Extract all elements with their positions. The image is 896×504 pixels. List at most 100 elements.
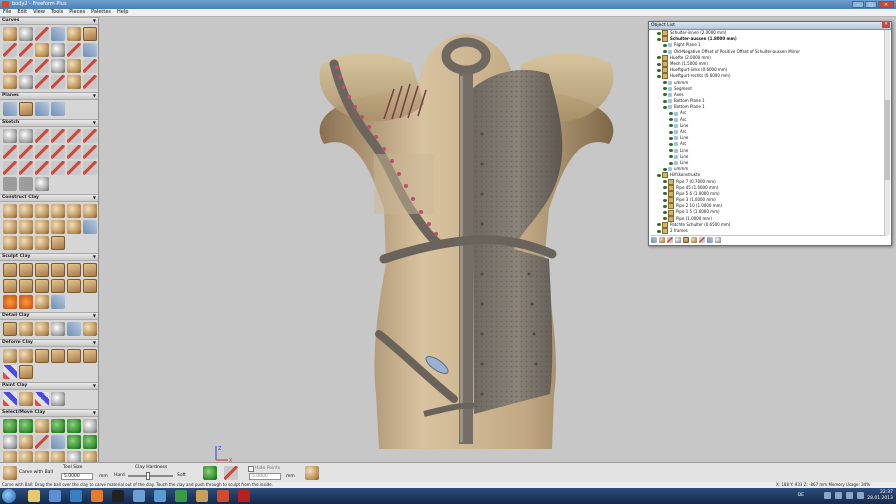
monitor-icon[interactable] bbox=[154, 490, 166, 502]
depth-input[interactable]: 5.0000 bbox=[249, 473, 281, 480]
tool-size-input[interactable]: 5.0000 bbox=[61, 473, 93, 480]
tool-button-icon[interactable] bbox=[67, 263, 81, 277]
visibility-icon[interactable] bbox=[715, 237, 721, 243]
tool-button-icon[interactable] bbox=[19, 220, 33, 234]
menu-tools[interactable]: Tools bbox=[48, 9, 66, 16]
tool-button-icon[interactable] bbox=[83, 75, 97, 89]
visibility-eye-icon[interactable] bbox=[669, 112, 673, 116]
tool-button-icon[interactable] bbox=[35, 392, 49, 406]
tool-button-icon[interactable] bbox=[3, 365, 17, 379]
tool-button-icon[interactable] bbox=[3, 75, 17, 89]
tool-button-icon[interactable] bbox=[19, 451, 33, 462]
menu-pieces[interactable]: Pieces bbox=[66, 9, 88, 16]
maximize-button[interactable]: □ bbox=[865, 1, 877, 8]
desktop-icon[interactable] bbox=[133, 490, 145, 502]
tool-button-icon[interactable] bbox=[3, 129, 17, 143]
visibility-eye-icon[interactable] bbox=[663, 99, 667, 103]
palette-header[interactable]: Detail Clay bbox=[0, 312, 98, 320]
menu-edit[interactable]: Edit bbox=[14, 9, 30, 16]
tool-button-icon[interactable] bbox=[3, 145, 17, 159]
tool-button-icon[interactable] bbox=[19, 27, 33, 41]
tool-button-icon[interactable] bbox=[3, 220, 17, 234]
tool-button-icon[interactable] bbox=[19, 295, 33, 309]
group-icon[interactable] bbox=[683, 237, 689, 243]
tool-button-icon[interactable] bbox=[35, 220, 49, 234]
tool-button-icon[interactable] bbox=[67, 204, 81, 218]
tool-button-icon[interactable] bbox=[35, 451, 49, 462]
start-button[interactable] bbox=[2, 489, 16, 503]
tool-button-icon[interactable] bbox=[3, 435, 17, 449]
tool-button-icon[interactable] bbox=[51, 263, 65, 277]
tool-button-icon[interactable] bbox=[19, 161, 33, 175]
network-tray-icon[interactable] bbox=[846, 492, 853, 499]
tool-button-icon[interactable] bbox=[35, 75, 49, 89]
tool-button-icon[interactable] bbox=[51, 236, 65, 250]
tool-button-icon[interactable] bbox=[51, 322, 65, 336]
tool-button-icon[interactable] bbox=[83, 451, 97, 462]
tool-button-icon[interactable] bbox=[51, 419, 65, 433]
visibility-eye-icon[interactable] bbox=[663, 87, 667, 91]
tool-button-icon[interactable] bbox=[19, 43, 33, 57]
tool-button-icon[interactable] bbox=[35, 279, 49, 293]
visibility-eye-icon[interactable] bbox=[657, 31, 661, 35]
tool-button-icon[interactable] bbox=[19, 365, 33, 379]
visibility-eye-icon[interactable] bbox=[663, 81, 667, 85]
tool-button-icon[interactable] bbox=[67, 279, 81, 293]
tool-button-icon[interactable] bbox=[35, 161, 49, 175]
visibility-eye-icon[interactable] bbox=[669, 124, 673, 128]
duplicate-icon[interactable] bbox=[691, 237, 697, 243]
sync-icon[interactable] bbox=[175, 490, 187, 502]
clock[interactable]: 22:37 28.01.2013 bbox=[867, 490, 893, 502]
tool-button-icon[interactable] bbox=[83, 419, 97, 433]
explorer-icon[interactable] bbox=[28, 490, 40, 502]
tool-button-icon[interactable] bbox=[51, 43, 65, 57]
menu-help[interactable]: Help bbox=[114, 9, 131, 16]
tool-button-icon[interactable] bbox=[51, 161, 65, 175]
tool-button-icon[interactable] bbox=[19, 349, 33, 363]
visibility-eye-icon[interactable] bbox=[657, 173, 661, 177]
tool-button-icon[interactable] bbox=[83, 129, 97, 143]
palette-header[interactable]: Sculpt Clay bbox=[0, 253, 98, 261]
new-piece-icon[interactable] bbox=[651, 237, 657, 243]
visibility-eye-icon[interactable] bbox=[663, 186, 667, 190]
tool-button-icon[interactable] bbox=[35, 322, 49, 336]
tool-button-icon[interactable] bbox=[19, 322, 33, 336]
tool-button-icon[interactable] bbox=[51, 220, 65, 234]
pdf-icon[interactable] bbox=[238, 490, 250, 502]
visibility-eye-icon[interactable] bbox=[657, 68, 661, 72]
plane-icon[interactable] bbox=[675, 237, 681, 243]
tool-button-icon[interactable] bbox=[3, 161, 17, 175]
tool-button-icon[interactable] bbox=[51, 102, 65, 116]
tool-button-icon[interactable] bbox=[67, 129, 81, 143]
tool-button-icon[interactable] bbox=[3, 236, 17, 250]
visibility-eye-icon[interactable] bbox=[657, 37, 661, 41]
tool-button-icon[interactable] bbox=[3, 392, 17, 406]
powerpoint-icon[interactable] bbox=[217, 490, 229, 502]
tool-button-icon[interactable] bbox=[19, 102, 33, 116]
tool-button-icon[interactable] bbox=[83, 161, 97, 175]
tool-button-icon[interactable] bbox=[51, 435, 65, 449]
tool-button-icon[interactable] bbox=[67, 75, 81, 89]
tool-button-icon[interactable] bbox=[35, 236, 49, 250]
visibility-eye-icon[interactable] bbox=[669, 118, 673, 122]
tree-row[interactable]: 2 frames bbox=[651, 228, 883, 235]
tool-button-icon[interactable] bbox=[83, 204, 97, 218]
tool-button-icon[interactable] bbox=[51, 27, 65, 41]
tool-button-icon[interactable] bbox=[35, 435, 49, 449]
tool-button-icon[interactable] bbox=[3, 279, 17, 293]
tool-button-icon[interactable] bbox=[19, 75, 33, 89]
clay-model[interactable] bbox=[314, 34, 619, 462]
tool-button-icon[interactable] bbox=[51, 349, 65, 363]
visibility-eye-icon[interactable] bbox=[669, 130, 673, 134]
flag-tray-icon[interactable] bbox=[835, 492, 842, 499]
visibility-eye-icon[interactable] bbox=[657, 62, 661, 66]
visibility-eye-icon[interactable] bbox=[663, 192, 667, 196]
palette-header[interactable]: Select/Move Clay bbox=[0, 409, 98, 417]
tool-button-icon[interactable] bbox=[3, 451, 17, 462]
minimize-button[interactable]: – bbox=[852, 1, 864, 8]
tool-button-icon[interactable] bbox=[83, 279, 97, 293]
tool-button-icon[interactable] bbox=[35, 419, 49, 433]
visibility-eye-icon[interactable] bbox=[663, 50, 667, 54]
game-icon[interactable] bbox=[112, 490, 124, 502]
tool-button-icon[interactable] bbox=[35, 177, 49, 191]
